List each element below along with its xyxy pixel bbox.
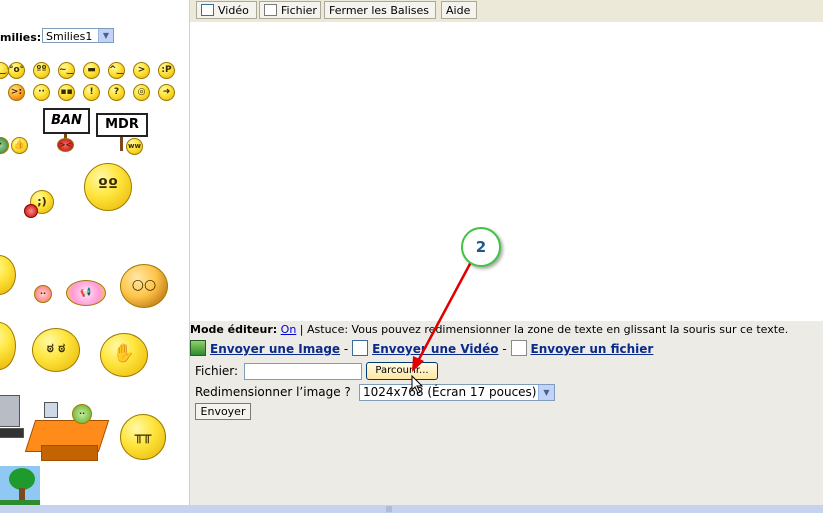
- status-bar: |||: [0, 505, 823, 513]
- arrow-head: [412, 356, 424, 372]
- step-number: 2: [475, 238, 487, 256]
- resize-grip-icon[interactable]: |||: [386, 506, 398, 513]
- annotation-arrow: [412, 261, 473, 372]
- arrow-line: [416, 261, 473, 362]
- mouse-cursor-icon: [411, 375, 424, 394]
- step-number-badge: 2: [461, 227, 501, 267]
